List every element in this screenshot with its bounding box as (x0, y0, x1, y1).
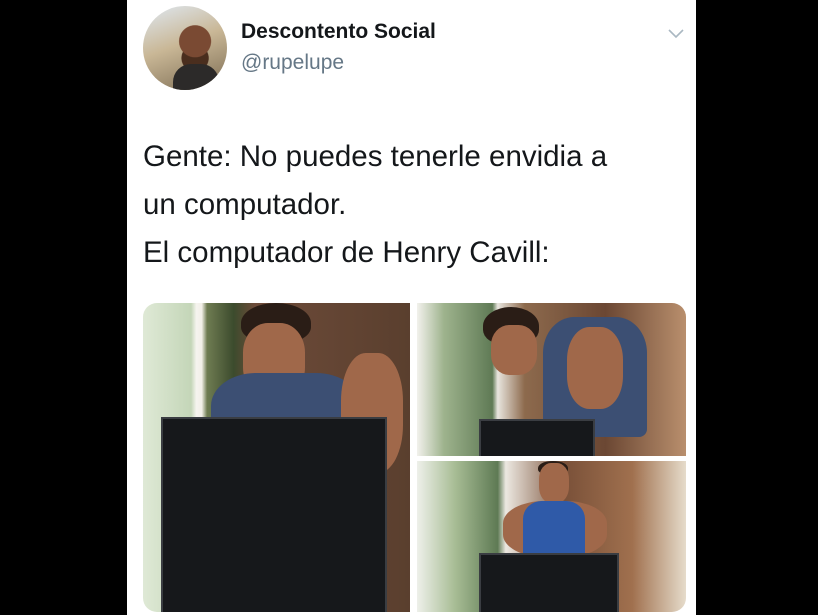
author-handle[interactable]: @rupelupe (241, 51, 344, 75)
avatar-shirt (173, 64, 219, 90)
tweet-text-line: Gente: No puedes tenerle envidia a (143, 140, 608, 173)
tweet-text: Gente: No puedes tenerle envidia a un co… (143, 133, 683, 277)
avatar[interactable] (143, 6, 227, 90)
photo-man-behind-pc[interactable] (417, 461, 686, 612)
tweet-text-line: un computador. (143, 188, 347, 221)
author-display-name[interactable]: Descontento Social (241, 20, 436, 44)
chevron-down-icon[interactable] (667, 26, 685, 40)
photo-man-assembling-pc[interactable] (417, 303, 686, 456)
tweet-media-grid[interactable] (143, 303, 686, 612)
tweet-text-line: El computador de Henry Cavill: (143, 236, 550, 269)
tweet-card: Descontento Social @rupelupe Gente: No p… (127, 0, 696, 615)
photo-man-holding-pc-case[interactable] (143, 303, 410, 612)
